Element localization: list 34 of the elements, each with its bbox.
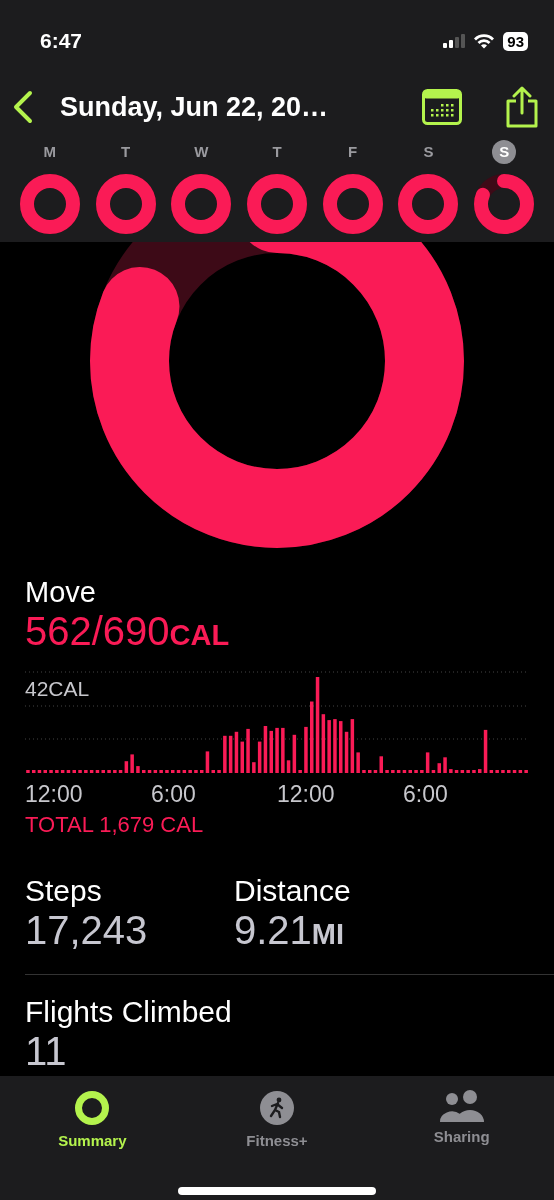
move-label: Move [25,575,97,609]
weekday-tab[interactable]: F [340,140,365,164]
share-icon[interactable] [504,86,540,128]
runner-icon [259,1090,295,1126]
weekday-tab[interactable]: W [189,140,214,164]
total-calories: TOTAL 1,679 CAL [25,812,205,838]
weekday-tab[interactable]: T [265,140,289,164]
stat-label: Distance [234,874,352,908]
time-axis-label: 12:00 [25,781,83,807]
stat-value: 9.21MI [234,908,346,954]
move-value: 562/690CAL [25,609,231,655]
time-axis-label: 12:00 [277,781,335,807]
time-axis-label: 6:00 [151,781,196,807]
date-title: Sunday, Jun 22, 20… [60,91,330,123]
time-axis-label: 6:00 [403,781,448,807]
stat-value: 17,243 [25,908,149,952]
stat-label: Steps [25,874,103,908]
tab-button[interactable]: Sharing [369,1090,554,1149]
weekday-tab[interactable]: S [492,140,517,164]
stat-label: Flights Climbed [25,995,233,1029]
weekday-tab[interactable]: M [37,140,62,164]
status-time: 6:47 [40,29,84,53]
ring-icon [74,1090,111,1126]
calendar-icon[interactable] [422,89,462,125]
wifi-icon [473,33,496,49]
weekday-tab[interactable]: S [416,140,441,164]
signal-icon [443,34,466,48]
tab-button[interactable]: Fitness+ [184,1090,370,1149]
tab-button[interactable]: Summary [0,1090,185,1149]
weekday-tab[interactable]: T [113,140,138,164]
stat-value: 11 [25,1029,68,1073]
battery-indicator: 93 [503,31,528,51]
back-icon[interactable] [12,90,34,124]
people-icon [437,1090,486,1122]
